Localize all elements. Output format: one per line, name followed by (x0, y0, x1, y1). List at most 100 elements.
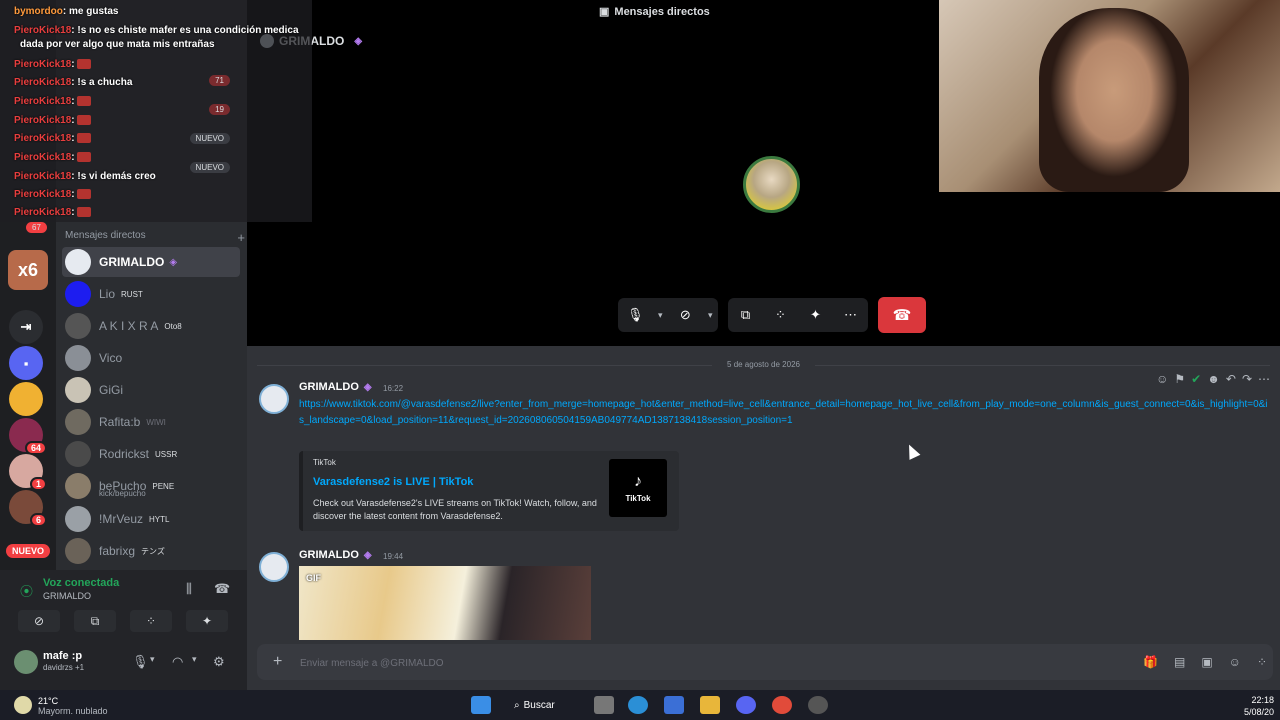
server-icon[interactable]: 64 (9, 418, 47, 455)
activities-icon[interactable]: ⁘ (763, 298, 798, 332)
chat-line: PieroKick18: (14, 59, 92, 70)
search-box[interactable]: ⌕ Buscar (514, 695, 574, 715)
reply-icon[interactable]: ↶ (1226, 372, 1236, 386)
dm-item-rafita[interactable]: Rafita:b WIWI (62, 407, 240, 437)
message-composer: + Enviar mensaje a @GRIMALDO 🎁 ▤ ▣ ☺ ⁘ (247, 640, 1280, 690)
start-icon[interactable] (471, 696, 491, 714)
screen-share-button[interactable]: ⧉ (74, 610, 116, 632)
emote (77, 189, 92, 200)
noise-suppression-icon[interactable]: ⫼ (186, 581, 192, 597)
tiktok-thumbnail[interactable]: ♪ TikTok (609, 459, 667, 517)
avatar[interactable] (14, 650, 38, 674)
chat-line: PieroKick18: !s no es chiste mafer es un… (14, 25, 299, 36)
message-author[interactable]: GRIMALDO ◈ (299, 549, 372, 561)
weather-widget[interactable]: 21°C Mayorm. nublado (14, 696, 108, 716)
chat-line: PieroKick18: !s vi demás creo (14, 171, 156, 182)
dm-item-rodrickst[interactable]: Rodrickst USSR (62, 439, 240, 469)
more-icon[interactable]: ⋯ (833, 298, 868, 332)
message-author[interactable]: GRIMALDO ◈ (299, 381, 372, 393)
message-link[interactable]: https://www.tiktok.com/@varasdefense2/li… (299, 397, 1269, 429)
avatar (65, 409, 91, 435)
gif-attachment[interactable]: GIF (299, 566, 591, 640)
chevron-down-icon[interactable]: ▾ (150, 654, 155, 665)
chat-line: bymordoo: me gustas (14, 6, 119, 17)
dm-item-vico[interactable]: Vico (62, 343, 240, 373)
message-timestamp: 16:22 (383, 384, 404, 393)
clock[interactable]: 22:18 5/08/20 (1244, 694, 1274, 718)
message-list: 5 de agosto de 2026 ☺ ⚑ ✔ ☻ ↶ ↷ ⋯ GRIMAL… (247, 346, 1280, 640)
count-badge: 71 (209, 75, 230, 86)
server-icon[interactable]: 6 (9, 490, 47, 527)
count-badge: 67 (26, 222, 47, 233)
chat-line: dada por ver algo que mata mis entrañas (20, 39, 215, 50)
add-reaction-icon[interactable]: ☻ (1207, 372, 1220, 386)
avatar (65, 538, 91, 564)
check-icon[interactable]: ✔ (1191, 372, 1201, 386)
message-input[interactable]: + Enviar mensaje a @GRIMALDO 🎁 ▤ ▣ ☺ ⁘ (257, 644, 1273, 680)
task-view-icon[interactable] (594, 696, 614, 714)
chat-line: PieroKick18: (14, 207, 92, 218)
dm-item-grimaldo[interactable]: GRIMALDO ◈ (62, 247, 240, 277)
speaking-avatar[interactable] (743, 156, 800, 213)
dm-item-bepucho[interactable]: bePucho PENE kick/bepucho (62, 471, 240, 501)
soundboard-icon[interactable]: ✦ (798, 298, 833, 332)
emote (77, 96, 92, 107)
sticker-icon[interactable]: ▣ (1201, 655, 1212, 669)
chrome-icon[interactable] (772, 696, 792, 714)
avatar[interactable] (259, 384, 289, 414)
avatar (65, 473, 91, 499)
avatar (65, 506, 91, 532)
folder-icon[interactable]: ▪ (9, 346, 43, 380)
flag-icon[interactable]: ⚑ (1174, 372, 1185, 386)
activities-button[interactable]: ⁘ (130, 610, 172, 632)
server-icon[interactable]: ⇥ (9, 310, 43, 344)
emoji-icon[interactable]: ☺ (1229, 655, 1241, 669)
camera-off-button[interactable]: ⊘ (18, 610, 60, 632)
emoji-icon[interactable]: ☺ (1156, 372, 1168, 386)
search-icon: ⌕ (514, 699, 520, 711)
add-dm-button[interactable]: + (237, 230, 245, 245)
new-badge: NUEVO (6, 544, 51, 558)
apps-icon[interactable]: ⁘ (1257, 655, 1267, 669)
new-badge: NUEVO (189, 162, 230, 173)
screen-share-icon[interactable]: ⧉ (728, 298, 763, 332)
chevron-down-icon[interactable]: ▾ (653, 298, 668, 332)
server-icon[interactable]: 1 (9, 454, 47, 491)
dm-item-akixra[interactable]: A K I X R A Oto8 (62, 311, 240, 341)
new-badge: NUEVO (189, 133, 230, 144)
gif-icon[interactable]: ▤ (1174, 655, 1185, 669)
chevron-down-icon[interactable]: ▾ (703, 298, 718, 332)
dm-item-lio[interactable]: Lio RUST (62, 279, 240, 309)
webcam-feed (939, 0, 1280, 192)
forward-icon[interactable]: ↷ (1242, 372, 1252, 386)
avatar (65, 345, 91, 371)
microphone-icon[interactable]: 🎙 (618, 298, 653, 332)
chat-line: PieroKick18: (14, 189, 92, 200)
chevron-down-icon[interactable]: ▾ (192, 654, 197, 665)
discord-icon[interactable] (736, 696, 756, 714)
hang-up-button[interactable]: ☎ (878, 297, 926, 333)
server-icon[interactable] (9, 382, 43, 416)
file-explorer-icon[interactable] (700, 696, 720, 714)
microphone-icon[interactable]: 🎙 (132, 654, 149, 670)
app-icon[interactable] (808, 696, 828, 714)
edge-icon[interactable] (628, 696, 648, 714)
dm-item-mrveuz[interactable]: !MrVeuz HYTL (62, 504, 240, 534)
avatar[interactable] (259, 552, 289, 582)
dm-item-gigi[interactable]: GiGi (62, 375, 240, 405)
avatar (65, 281, 91, 307)
more-icon[interactable]: ⋯ (1258, 372, 1270, 386)
chat-line: PieroKick18: (14, 115, 92, 126)
add-attachment-icon[interactable]: + (273, 653, 282, 671)
call-actions: ⧉ ⁘ ✦ ⋯ (728, 298, 868, 332)
dm-item-fabrixg[interactable]: fabrixg テンズ (62, 536, 240, 566)
store-icon[interactable] (664, 696, 684, 714)
gear-icon[interactable]: ⚙ (213, 654, 225, 670)
gift-icon[interactable]: 🎁 (1143, 655, 1158, 669)
camera-off-icon[interactable]: ⊘ (668, 298, 703, 332)
signal-icon[interactable]: ⦿ (20, 581, 33, 600)
disconnect-icon[interactable]: ☎ (214, 581, 230, 597)
headphones-icon[interactable]: ◠ (172, 654, 183, 670)
soundboard-button[interactable]: ✦ (186, 610, 228, 632)
server-icon[interactable]: x6 (8, 250, 48, 290)
